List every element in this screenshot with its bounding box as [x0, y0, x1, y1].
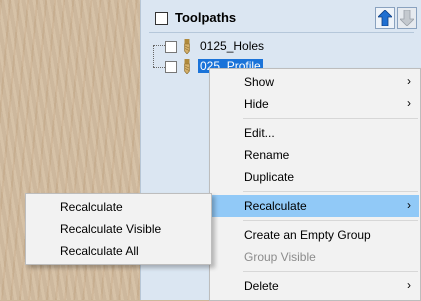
- menu-item-rename[interactable]: Rename: [211, 144, 419, 166]
- arrow-down-icon: [400, 10, 414, 26]
- arrow-up-icon: [378, 10, 392, 26]
- menu-item-label: Recalculate Visible: [60, 222, 162, 236]
- submenu-item-recalculate-visible[interactable]: Recalculate Visible: [27, 218, 210, 240]
- drill-bit-icon: [184, 59, 190, 74]
- recalculate-submenu: Recalculate Recalculate Visible Recalcul…: [25, 193, 212, 265]
- tree-line: [153, 45, 165, 46]
- menu-item-label: Hide: [244, 97, 269, 111]
- move-down-button[interactable]: [397, 7, 417, 29]
- move-up-button[interactable]: [375, 7, 395, 29]
- submenu-item-recalculate[interactable]: Recalculate: [27, 196, 210, 218]
- submenu-item-recalculate-all[interactable]: Recalculate All: [27, 240, 210, 262]
- chevron-right-icon: ›: [407, 74, 411, 88]
- chevron-right-icon: ›: [407, 198, 411, 212]
- menu-item-delete[interactable]: Delete ›: [211, 275, 419, 297]
- menu-item-create-empty-group[interactable]: Create an Empty Group: [211, 224, 419, 246]
- menu-separator: [243, 271, 418, 272]
- menu-item-recalculate[interactable]: Recalculate ›: [211, 195, 419, 217]
- tree-line: [153, 67, 165, 68]
- panel-title: Toolpaths: [175, 10, 237, 25]
- menu-item-label: Rename: [244, 148, 290, 162]
- tree-line: [153, 45, 154, 67]
- menu-separator: [243, 118, 418, 119]
- context-menu: Show › Hide › Edit... Rename Duplicate R…: [209, 68, 421, 301]
- toolpaths-header: Toolpaths: [149, 6, 417, 33]
- chevron-right-icon: ›: [407, 96, 411, 110]
- menu-item-edit[interactable]: Edit...: [211, 122, 419, 144]
- tree-item-0125-holes[interactable]: 0125_Holes: [165, 39, 305, 55]
- toolpath-checkbox[interactable]: [165, 41, 177, 53]
- menu-item-label: Group Visible: [244, 250, 316, 264]
- menu-item-label: Duplicate: [244, 170, 295, 184]
- menu-item-label: Delete: [244, 279, 279, 293]
- menu-separator: [243, 220, 418, 221]
- menu-item-duplicate[interactable]: Duplicate: [211, 166, 419, 188]
- toolpath-checkbox[interactable]: [165, 61, 177, 73]
- tree-item-label: 0125_Holes: [200, 39, 265, 53]
- menu-item-label: Recalculate: [60, 200, 123, 214]
- chevron-right-icon: ›: [407, 278, 411, 292]
- menu-separator: [243, 191, 418, 192]
- select-all-checkbox[interactable]: [155, 12, 168, 25]
- menu-item-show[interactable]: Show ›: [211, 71, 419, 93]
- drill-bit-icon: [184, 39, 190, 54]
- menu-item-label: Show: [244, 75, 275, 89]
- menu-item-label: Edit...: [244, 126, 275, 140]
- menu-item-group-visible: Group Visible: [211, 246, 419, 268]
- menu-item-hide[interactable]: Hide ›: [211, 93, 419, 115]
- menu-item-label: Create an Empty Group: [244, 228, 371, 242]
- menu-item-label: Recalculate: [244, 199, 307, 213]
- menu-item-label: Recalculate All: [60, 244, 139, 258]
